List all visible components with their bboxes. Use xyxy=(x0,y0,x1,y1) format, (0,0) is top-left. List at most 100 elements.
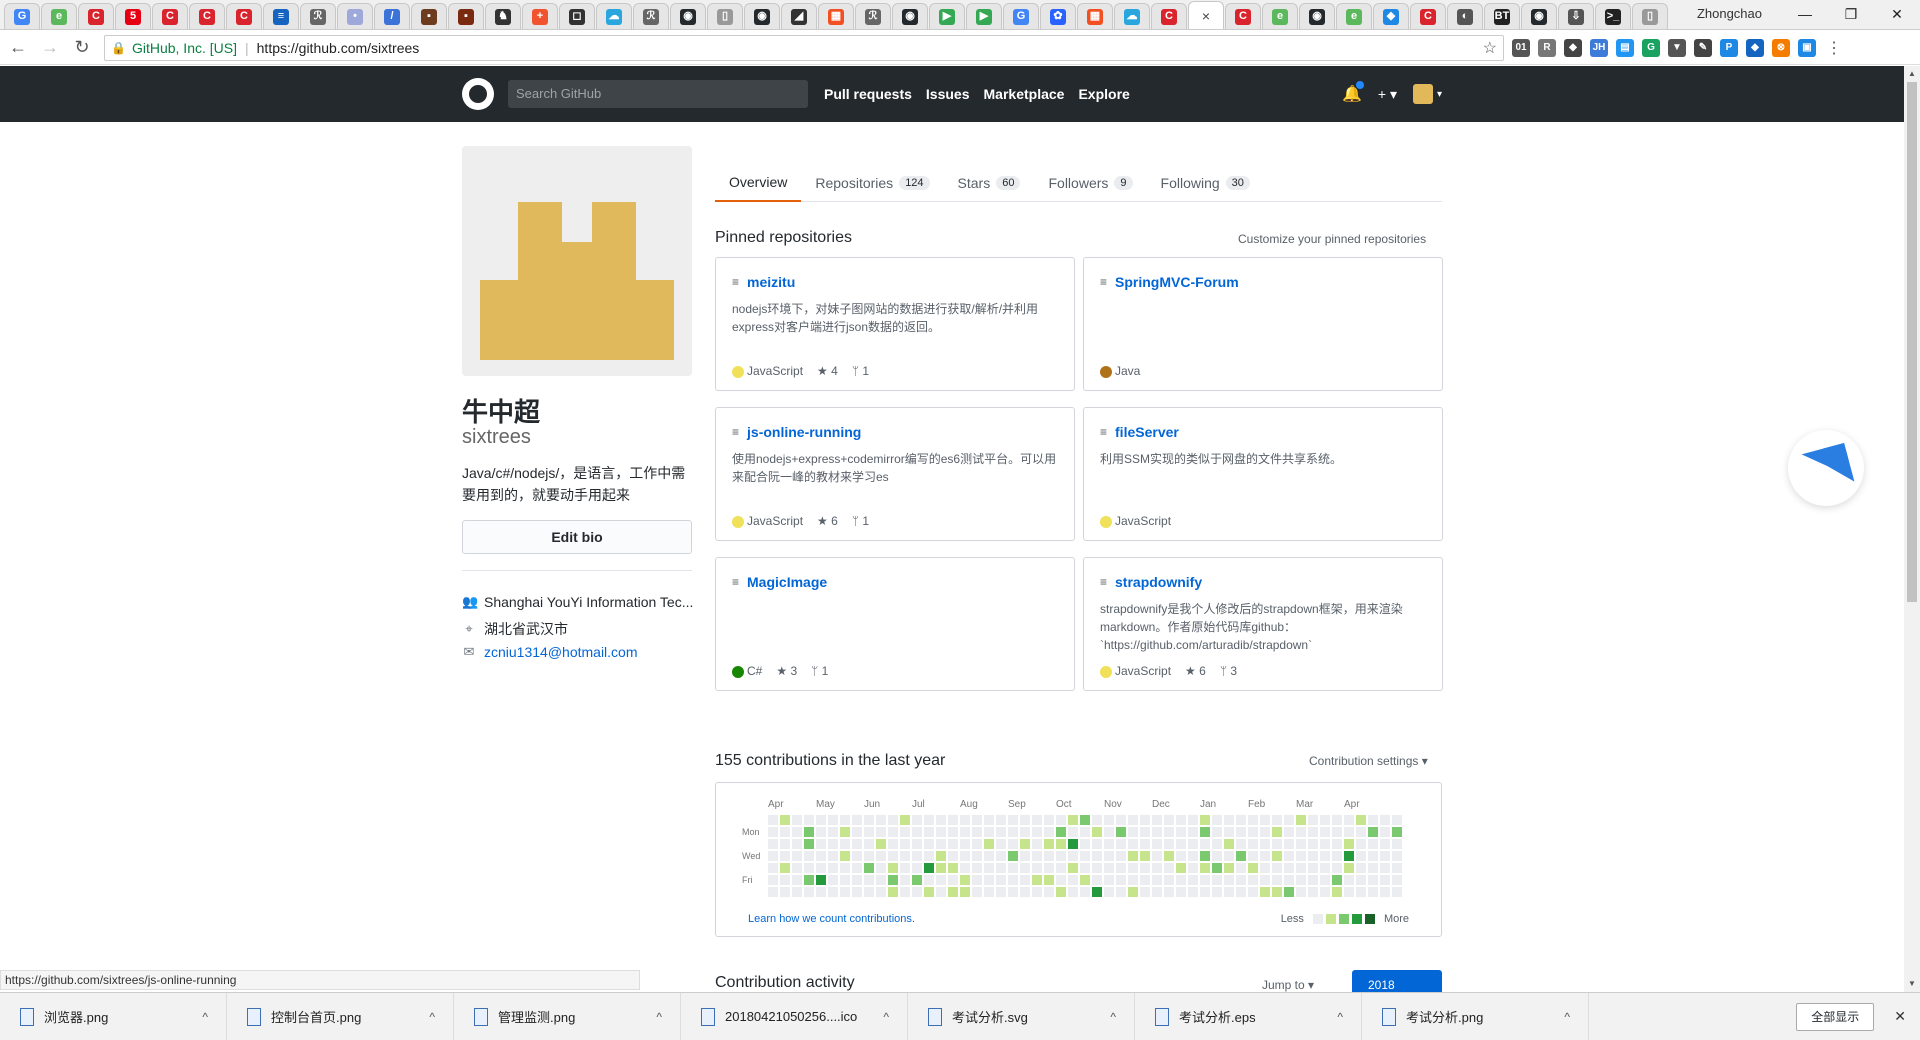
contribution-day[interactable] xyxy=(1344,815,1354,825)
contribution-day[interactable] xyxy=(840,887,850,897)
download-item[interactable]: 考试分析.svg ^ xyxy=(908,992,1135,1040)
contribution-day[interactable] xyxy=(1068,875,1078,885)
contribution-day[interactable] xyxy=(792,839,802,849)
contribution-day[interactable] xyxy=(1020,815,1030,825)
contribution-day[interactable] xyxy=(972,815,982,825)
vertical-scrollbar[interactable]: ▲ ▼ xyxy=(1904,66,1920,992)
contribution-day[interactable] xyxy=(1116,863,1126,873)
contribution-day[interactable] xyxy=(1044,887,1054,897)
contribution-day[interactable] xyxy=(1008,863,1018,873)
contribution-day[interactable] xyxy=(1128,863,1138,873)
year-2018-button[interactable]: 2018 xyxy=(1352,970,1442,994)
browser-menu-icon[interactable]: ⋮ xyxy=(1826,38,1842,58)
contribution-day[interactable] xyxy=(1152,875,1162,885)
browser-tab[interactable]: ✿ xyxy=(1040,3,1076,29)
back-icon[interactable]: ← xyxy=(4,37,32,58)
contribution-day[interactable] xyxy=(828,851,838,861)
create-new-button[interactable]: + ▾ xyxy=(1378,86,1397,103)
extension-icon[interactable]: ▤ xyxy=(1616,38,1634,57)
close-shelf-icon[interactable]: ✕ xyxy=(1894,1008,1906,1025)
repo-name-link[interactable]: meizitu xyxy=(747,274,795,290)
contribution-day[interactable] xyxy=(1020,875,1030,885)
chevron-up-icon[interactable]: ^ xyxy=(656,1010,662,1024)
contribution-day[interactable] xyxy=(1176,827,1186,837)
contribution-day[interactable] xyxy=(1236,839,1246,849)
contribution-day[interactable] xyxy=(960,851,970,861)
download-item[interactable]: 考试分析.eps ^ xyxy=(1135,992,1362,1040)
contribution-day[interactable] xyxy=(1380,827,1390,837)
contribution-day[interactable] xyxy=(1272,815,1282,825)
repo-forks[interactable]: ᛘ 1 xyxy=(852,514,869,528)
contribution-day[interactable] xyxy=(780,827,790,837)
contribution-day[interactable] xyxy=(1200,863,1210,873)
contribution-day[interactable] xyxy=(768,887,778,897)
contribution-day[interactable] xyxy=(1152,839,1162,849)
download-item[interactable]: 控制台首页.png ^ xyxy=(227,992,454,1040)
contribution-day[interactable] xyxy=(984,887,994,897)
contribution-day[interactable] xyxy=(1212,875,1222,885)
contribution-day[interactable] xyxy=(1032,863,1042,873)
contribution-day[interactable] xyxy=(1032,887,1042,897)
browser-tab[interactable]: ⇩ xyxy=(1558,3,1594,29)
contribution-day[interactable] xyxy=(1308,887,1318,897)
contribution-day[interactable] xyxy=(912,827,922,837)
browser-tab[interactable]: e xyxy=(1262,3,1298,29)
contribution-day[interactable] xyxy=(1128,827,1138,837)
browser-tab[interactable]: + xyxy=(522,3,558,29)
contribution-day[interactable] xyxy=(840,827,850,837)
contribution-day[interactable] xyxy=(1380,815,1390,825)
contribution-day[interactable] xyxy=(1392,887,1402,897)
contribution-day[interactable] xyxy=(1320,827,1330,837)
contribution-day[interactable] xyxy=(780,851,790,861)
browser-tab[interactable]: C xyxy=(226,3,262,29)
contribution-day[interactable] xyxy=(876,851,886,861)
browser-tab[interactable]: ☁ xyxy=(596,3,632,29)
browser-tab[interactable]: BT xyxy=(1484,3,1520,29)
contribution-day[interactable] xyxy=(1092,815,1102,825)
contribution-day[interactable] xyxy=(900,815,910,825)
contribution-day[interactable] xyxy=(1188,815,1198,825)
contribution-day[interactable] xyxy=(972,863,982,873)
contribution-day[interactable] xyxy=(1272,875,1282,885)
contribution-day[interactable] xyxy=(1104,875,1114,885)
contribution-day[interactable] xyxy=(1320,875,1330,885)
contribution-day[interactable] xyxy=(1164,875,1174,885)
contribution-day[interactable] xyxy=(768,851,778,861)
contribution-day[interactable] xyxy=(996,839,1006,849)
contribution-day[interactable] xyxy=(1032,851,1042,861)
bookmark-star-icon[interactable]: ☆ xyxy=(1483,38,1497,58)
contribution-day[interactable] xyxy=(996,815,1006,825)
contribution-day[interactable] xyxy=(924,839,934,849)
contribution-day[interactable] xyxy=(1344,887,1354,897)
chevron-up-icon[interactable]: ^ xyxy=(202,1010,208,1024)
contribution-day[interactable] xyxy=(1308,839,1318,849)
contribution-day[interactable] xyxy=(1296,851,1306,861)
user-menu-button[interactable]: ▾ xyxy=(1412,84,1442,104)
contribution-day[interactable] xyxy=(840,839,850,849)
contribution-day[interactable] xyxy=(1368,839,1378,849)
contribution-day[interactable] xyxy=(912,839,922,849)
contribution-day[interactable] xyxy=(1392,875,1402,885)
contribution-day[interactable] xyxy=(1200,839,1210,849)
contribution-day[interactable] xyxy=(1248,887,1258,897)
extension-icon[interactable]: G xyxy=(1642,38,1660,57)
browser-tab[interactable]: × xyxy=(1188,1,1224,29)
contribution-day[interactable] xyxy=(1212,851,1222,861)
contribution-day[interactable] xyxy=(804,887,814,897)
contribution-day[interactable] xyxy=(768,815,778,825)
contribution-day[interactable] xyxy=(1308,851,1318,861)
contribution-day[interactable] xyxy=(912,887,922,897)
contribution-day[interactable] xyxy=(1128,839,1138,849)
contribution-day[interactable] xyxy=(972,839,982,849)
contribution-day[interactable] xyxy=(1392,839,1402,849)
contribution-day[interactable] xyxy=(1260,839,1270,849)
contribution-day[interactable] xyxy=(1320,851,1330,861)
contribution-day[interactable] xyxy=(1008,815,1018,825)
browser-tab[interactable]: C xyxy=(152,3,188,29)
contribution-day[interactable] xyxy=(1296,887,1306,897)
repo-stars[interactable]: ★ 3 xyxy=(776,664,797,678)
contribution-day[interactable] xyxy=(1020,887,1030,897)
minimize-button[interactable]: — xyxy=(1782,0,1828,29)
contribution-day[interactable] xyxy=(840,851,850,861)
contribution-day[interactable] xyxy=(816,863,826,873)
